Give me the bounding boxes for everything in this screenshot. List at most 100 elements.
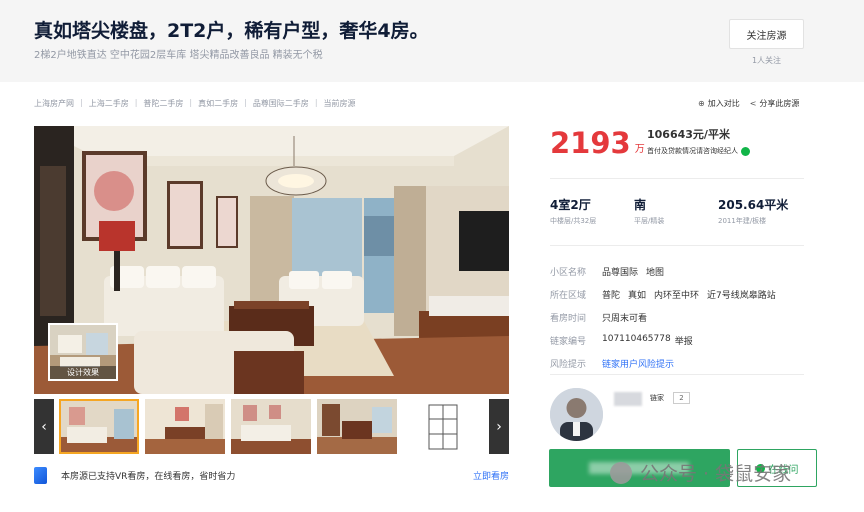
- gallery-thumbnail-floor-plan[interactable]: [403, 399, 483, 454]
- watermark-text: 公众号 · 袋鼠安家: [640, 463, 792, 485]
- info-value: 普陀 真如 内环至中环 近7号线岚皋路站: [602, 288, 776, 301]
- info-label: 小区名称: [550, 268, 587, 278]
- gallery-thumbnail[interactable]: [231, 399, 311, 454]
- vr-notice-text: 本房源已支持VR看房，在线看房，省时省力: [61, 471, 236, 482]
- info-row-community: 小区名称 品尊国际 地图: [550, 260, 810, 283]
- breadcrumb-item[interactable]: 上海二手房: [89, 98, 129, 109]
- gallery-thumbnail[interactable]: [145, 399, 225, 454]
- info-value: 107110465778 举报: [602, 334, 693, 347]
- divider: [550, 245, 804, 246]
- info-label: 看房时间: [550, 314, 587, 324]
- breadcrumb-separator: |: [244, 98, 247, 107]
- breadcrumb-separator: |: [189, 98, 193, 107]
- chevron-right-icon: ›: [496, 418, 502, 435]
- watermark: 公众号 · 袋鼠安家: [610, 459, 791, 486]
- info-value: 品尊国际 地图: [602, 265, 664, 278]
- total-price-unit: 万: [634, 144, 645, 155]
- listing-header: 真如塔尖楼盘，2T2户，稀有户型，奢华4房。 2梯2户地铁直达 空中花园2层车库…: [0, 0, 864, 82]
- fact-area: 205.64平米 2011年建/板楼: [718, 196, 788, 226]
- listing-subtitle: 2梯2户地铁直达 空中花园2层车库 塔尖精品改善良品 精装无个税: [34, 50, 323, 61]
- price-note: 首付及贷款情况请咨询经纪人: [647, 146, 750, 156]
- report-link[interactable]: 举报: [675, 334, 693, 347]
- info-label: 风险提示: [550, 360, 587, 370]
- info-value: 链家用户风险提示: [602, 357, 674, 370]
- breadcrumb-item[interactable]: 真如二手房: [198, 98, 238, 109]
- fact-area-value: 205.64平米: [718, 198, 789, 212]
- gallery-prev-button[interactable]: ‹: [34, 399, 54, 454]
- fact-area-sub: 2011年建/板楼: [718, 217, 767, 225]
- key-facts: 4室2厅 中楼层/共32层 南 平层/精装 205.64平米 2011年建/板楼: [550, 196, 804, 232]
- gallery-thumbnail[interactable]: [317, 399, 397, 454]
- info-row-id: 链家编号 107110465778 举报: [550, 329, 810, 352]
- subway-text: 近7号线岚皋路站: [707, 291, 776, 301]
- chat-icon[interactable]: [741, 146, 750, 156]
- follow-listing-button[interactable]: 关注房源: [729, 19, 804, 49]
- ring-text: 内环至中环: [654, 291, 700, 301]
- share-button[interactable]: < 分享此房源: [750, 98, 800, 109]
- chevron-left-icon: ‹: [41, 418, 47, 435]
- listing-tools: ⊕ 加入对比 < 分享此房源: [698, 98, 799, 109]
- fact-orientation-sub: 平层/精装: [634, 217, 665, 225]
- floor-plan-image: [403, 399, 483, 454]
- main-photo[interactable]: 设计效果: [34, 126, 509, 394]
- fact-layout-value: 4室2厅: [550, 198, 591, 212]
- breadcrumb-item[interactable]: 上海房产网: [34, 98, 74, 109]
- breadcrumb-current: 当前房源: [323, 99, 356, 108]
- breadcrumb-item[interactable]: 普陀二手房: [143, 98, 183, 109]
- price-note-text: 首付及贷款情况请咨询经纪人: [647, 147, 738, 155]
- thumbnail-image: [145, 399, 225, 454]
- divider: [550, 178, 804, 179]
- district-link[interactable]: 普陀: [602, 288, 620, 301]
- block-link[interactable]: 真如: [628, 288, 646, 301]
- info-row-area: 所在区域 普陀 真如 内环至中环 近7号线岚皋路站: [550, 283, 810, 306]
- fact-layout-sub: 中楼层/共32层: [550, 217, 597, 225]
- agent-level-badge: 2: [673, 392, 690, 404]
- total-price-value: 2193: [550, 126, 631, 160]
- compare-icon: ⊕: [698, 99, 705, 108]
- fact-layout: 4室2厅 中楼层/共32层: [550, 196, 596, 226]
- gallery-next-button[interactable]: ›: [489, 399, 509, 454]
- map-link[interactable]: 地图: [646, 265, 664, 278]
- info-row-visit: 看房时间 只周末可看: [550, 306, 810, 329]
- compare-button[interactable]: ⊕ 加入对比: [698, 98, 740, 109]
- listing-title: 真如塔尖楼盘，2T2户，稀有户型，奢华4房。: [34, 20, 429, 42]
- community-link[interactable]: 品尊国际: [602, 265, 638, 278]
- total-price: 2193 万: [550, 126, 645, 160]
- agent-name-blurred: [614, 392, 642, 406]
- breadcrumb-separator: |: [80, 98, 83, 107]
- info-label: 链家编号: [550, 337, 587, 347]
- compare-label: 加入对比: [707, 99, 740, 108]
- thumbnail-image: [59, 399, 139, 454]
- divider: [550, 374, 804, 375]
- breadcrumb-item[interactable]: 品尊国际二手房: [253, 98, 309, 109]
- follow-count: 1人关注: [751, 56, 782, 65]
- breadcrumb-separator: |: [314, 98, 318, 107]
- vr-design-thumbnail[interactable]: 设计效果: [48, 323, 118, 381]
- vr-icon: [34, 466, 47, 484]
- gallery-thumbnail[interactable]: [59, 399, 139, 454]
- info-row-risk: 风险提示 链家用户风险提示: [550, 352, 810, 375]
- info-label: 所在区域: [550, 291, 587, 301]
- vr-notice-bar: 本房源已支持VR看房，在线看房，省时省力 立即看房: [34, 464, 509, 486]
- thumbnail-image: [231, 399, 311, 454]
- agent-company-badge: 链家: [650, 394, 664, 402]
- vr-view-now-link[interactable]: 立即看房: [473, 469, 509, 482]
- wechat-icon: [610, 461, 632, 484]
- breadcrumb-separator: |: [134, 98, 138, 107]
- visit-time-text: 只周末可看: [602, 314, 648, 324]
- fact-orientation-value: 南: [634, 198, 647, 212]
- thumbnail-image: [317, 399, 397, 454]
- unit-price: 106643元/平米: [647, 128, 730, 141]
- info-value: 只周末可看: [602, 311, 647, 324]
- vr-design-label: 设计效果: [50, 366, 116, 379]
- fact-orientation: 南 平层/精装: [634, 196, 664, 226]
- listing-info: 小区名称 品尊国际 地图 所在区域 普陀 真如 内环至中环 近7号线岚皋路站 看…: [550, 260, 810, 375]
- share-icon: <: [749, 99, 757, 108]
- breadcrumb: 上海房产网 | 上海二手房 | 普陀二手房 | 真如二手房 | 品尊国际二手房 | 当前房…: [34, 98, 356, 109]
- thumbnail-strip: ‹ ›: [34, 399, 509, 454]
- share-label: 分享此房源: [759, 99, 800, 108]
- risk-notice-link[interactable]: 链家用户风险提示: [602, 357, 674, 370]
- agent-photo: [550, 388, 603, 441]
- listing-id-text: 107110465778: [602, 334, 671, 344]
- agent-avatar[interactable]: [550, 388, 603, 441]
